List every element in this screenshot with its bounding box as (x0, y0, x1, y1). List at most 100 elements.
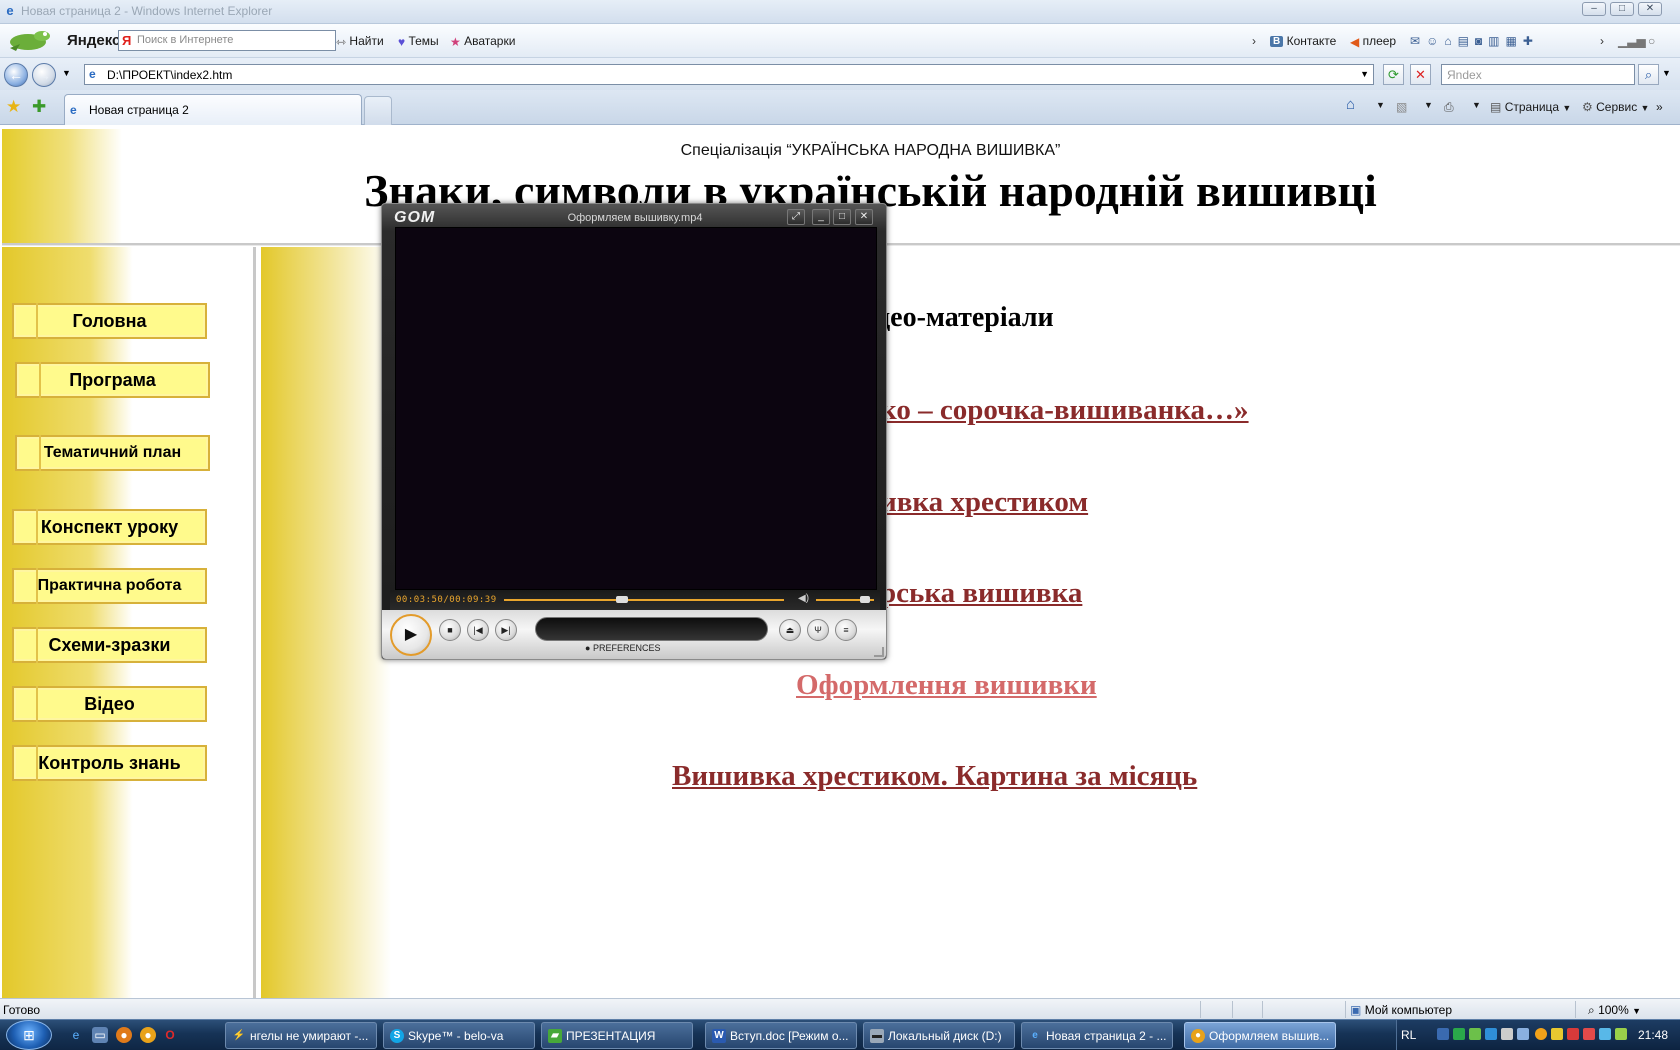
volume-tray-icon[interactable] (1517, 1028, 1529, 1040)
address-input[interactable]: e D:\ПРОЕКТ\index2.htm ▼ (84, 64, 1374, 85)
flag-icon[interactable] (1583, 1028, 1595, 1040)
mail-icon[interactable]: ✉ (1410, 34, 1426, 48)
playlist-icon[interactable]: ≡ (835, 619, 857, 641)
zoom-control[interactable]: ⌕ 100% ▼ (1588, 1003, 1641, 1018)
gom-player-window[interactable]: GOM Оформляем вышивку.mp4 ⤢ _ □ ✕ 00:03:… (381, 203, 887, 660)
gom-quicklaunch-icon[interactable]: ● (140, 1027, 156, 1043)
menu-program-button[interactable]: Програма (15, 362, 210, 398)
doc-icon[interactable]: ▦ (1506, 34, 1523, 48)
taskbar-item-active[interactable]: ● Оформляем вышив... (1184, 1022, 1336, 1049)
book-icon[interactable]: ▥ (1488, 34, 1505, 48)
minimize-icon[interactable]: _ (812, 209, 830, 225)
battery-icon[interactable] (1615, 1028, 1627, 1040)
play-button[interactable]: ▶ (390, 614, 432, 656)
preferences-button[interactable]: ● PREFERENCES (585, 643, 660, 653)
taskbar-item[interactable]: ▰ ПРЕЗЕНТАЦИЯ (541, 1022, 693, 1049)
antivirus-icon[interactable] (1453, 1028, 1465, 1040)
volume-slider[interactable] (816, 596, 874, 603)
chevron-right-icon[interactable]: › (1600, 34, 1604, 48)
taskbar-item[interactable]: ▬ Локальный диск (D:) (863, 1022, 1015, 1049)
refresh-button[interactable]: ⟳ (1383, 64, 1404, 85)
vkontakte-button[interactable]: В Контакте (1270, 34, 1336, 48)
video-link-1[interactable]: ко – сорочка-вишиванка…» (880, 394, 1249, 427)
ie-quicklaunch-icon[interactable]: e (68, 1027, 84, 1043)
start-button[interactable]: ⊞ (6, 1020, 52, 1050)
fullscreen-icon[interactable]: ⤢ (787, 209, 805, 225)
home-icon[interactable]: ⌂ (1346, 96, 1355, 113)
toolbar-icons-group[interactable]: ✉☺⌂▤◙▥▦✚ (1410, 34, 1539, 48)
resize-grip[interactable] (874, 647, 884, 657)
add-favorite-icon[interactable]: ✚ (32, 98, 46, 115)
video-link-5[interactable]: Вишивка хрестиком. Картина за місяць (672, 760, 1197, 793)
new-tab-button[interactable] (364, 96, 392, 125)
chevron-right-icon[interactable]: › (1252, 34, 1256, 48)
volume-handle[interactable] (860, 596, 871, 603)
taskbar-item[interactable]: e Новая страница 2 - ... (1021, 1022, 1173, 1049)
taskbar-item[interactable]: S Skype™ - belo-va (383, 1022, 535, 1049)
camera-icon[interactable]: ◙ (1475, 34, 1488, 48)
back-button[interactable]: ← (4, 63, 28, 87)
maximize-icon[interactable]: □ (833, 209, 851, 225)
video-link-4[interactable]: Оформлення вишивки (796, 669, 1097, 702)
home-dropdown-icon[interactable]: ▼ (1376, 100, 1385, 110)
video-link-2[interactable]: ивка хрестиком (880, 486, 1088, 519)
opera-icon[interactable]: O (162, 1027, 178, 1043)
feeds-icon[interactable]: ▧ (1396, 100, 1407, 114)
firefox-icon[interactable]: ● (116, 1027, 132, 1043)
user-icon[interactable]: ☺ (1426, 34, 1444, 48)
stop-button[interactable]: ✕ (1410, 64, 1431, 85)
pages-icon[interactable]: ▤ (1458, 34, 1475, 48)
menu-practical-work-button[interactable]: Практична робота (12, 568, 207, 604)
security-zone[interactable]: ▣ Мой компьютер (1350, 1003, 1452, 1017)
chat-icon[interactable]: ○ (1648, 34, 1655, 48)
history-dropdown-icon[interactable]: ▼ (62, 68, 71, 78)
favorites-star-icon[interactable]: ★ (6, 98, 21, 115)
network-icon[interactable] (1485, 1028, 1497, 1040)
address-dropdown-icon[interactable]: ▼ (1360, 69, 1369, 79)
alert-icon[interactable] (1567, 1028, 1579, 1040)
forward-button[interactable]: → (32, 63, 56, 87)
video-link-3[interactable]: рська вишивка (880, 577, 1082, 610)
menu-patterns-button[interactable]: Схеми-зразки (12, 627, 207, 663)
equalizer-icon[interactable]: Ψ (807, 619, 829, 641)
desktop-icon[interactable]: ▭ (92, 1027, 108, 1043)
more-icon[interactable]: » (1656, 100, 1663, 114)
themes-button[interactable]: ♥ Темы (398, 34, 439, 49)
update-icon[interactable] (1551, 1028, 1563, 1040)
seek-bar[interactable] (504, 596, 784, 603)
volume-icon[interactable]: ◀) (798, 593, 809, 604)
minimize-button[interactable]: – (1582, 2, 1606, 16)
clock[interactable]: 21:48 (1638, 1028, 1668, 1042)
feeds-dropdown-icon[interactable]: ▼ (1424, 100, 1433, 110)
player-button[interactable]: ◀ плеер (1350, 34, 1396, 49)
tab-active[interactable]: e Новая страница 2 (64, 94, 362, 125)
stop-button[interactable]: ■ (439, 619, 461, 641)
seek-handle[interactable] (616, 596, 628, 603)
print-dropdown-icon[interactable]: ▼ (1472, 100, 1481, 110)
find-button[interactable]: ⇿ Найти (336, 34, 384, 49)
display-icon[interactable] (1501, 1028, 1513, 1040)
menu-lesson-notes-button[interactable]: Конспект уроку (12, 509, 207, 545)
search-dropdown-icon[interactable]: ▼ (1662, 68, 1671, 78)
search-input[interactable]: Яndex (1441, 64, 1635, 85)
check-icon[interactable] (1469, 1028, 1481, 1040)
menu-thematic-plan-button[interactable]: Тематичний план (15, 435, 210, 471)
page-menu-button[interactable]: ▤ Страница ▼ (1490, 100, 1571, 114)
close-icon[interactable]: ✕ (855, 209, 873, 225)
tools-menu-button[interactable]: ⚙ Сервис ▼ (1582, 100, 1649, 114)
yandex-search-input[interactable]: Я Поиск в Интернете (118, 30, 336, 51)
keyboard-icon[interactable] (1437, 1028, 1449, 1040)
close-window-button[interactable]: ✕ (1638, 2, 1662, 16)
video-screen[interactable] (395, 227, 877, 590)
plus-icon[interactable]: ✚ (1523, 34, 1539, 48)
next-icon[interactable]: ▶| (495, 619, 517, 641)
menu-video-button[interactable]: Відео (12, 686, 207, 722)
avatars-button[interactable]: ★ Аватарки (450, 34, 515, 49)
search-icon[interactable]: ⌕ (1638, 64, 1659, 85)
print-icon[interactable]: ⎙ (1444, 100, 1454, 115)
home-icon[interactable]: ⌂ (1444, 34, 1457, 48)
sun-icon[interactable] (1535, 1028, 1547, 1040)
bluetooth-icon[interactable] (1599, 1028, 1611, 1040)
menu-home-button[interactable]: Головна (12, 303, 207, 339)
menu-knowledge-test-button[interactable]: Контроль знань (12, 745, 207, 781)
